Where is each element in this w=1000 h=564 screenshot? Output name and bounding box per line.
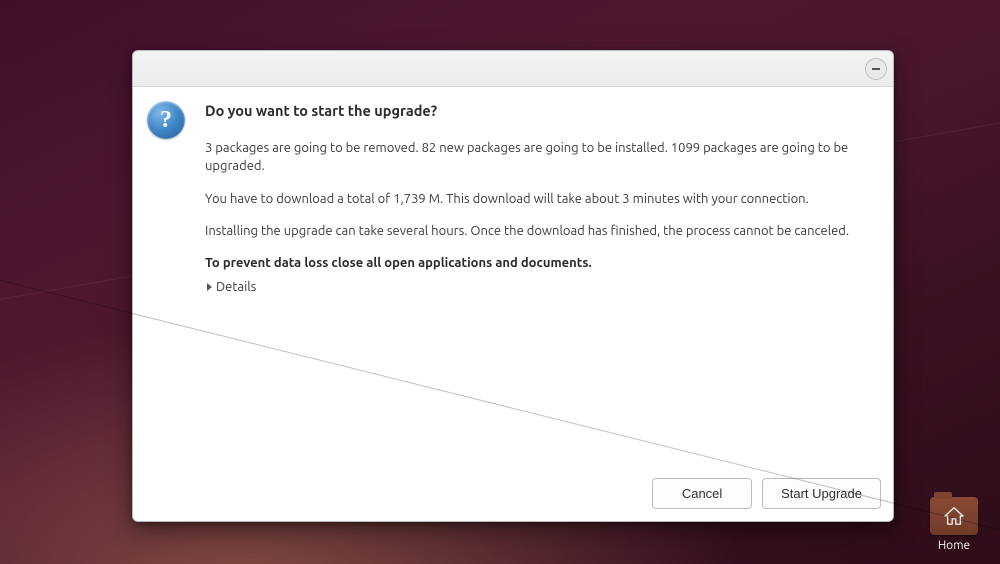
minimize-button[interactable]	[865, 58, 887, 80]
upgrade-dialog: ? Do you want to start the upgrade? 3 pa…	[132, 50, 894, 522]
dialog-icon-column: ?	[147, 101, 191, 460]
dialog-titlebar	[133, 51, 893, 87]
dialog-text-column: Do you want to start the upgrade? 3 pack…	[205, 101, 879, 460]
download-summary: You have to download a total of 1,739 M.…	[205, 190, 879, 208]
cancel-button[interactable]: Cancel	[652, 478, 752, 509]
details-expander[interactable]: Details	[207, 278, 256, 296]
desktop-home-shortcut[interactable]: Home	[926, 497, 982, 552]
install-warning: Installing the upgrade can take several …	[205, 222, 879, 240]
details-label: Details	[216, 278, 256, 296]
home-icon	[930, 497, 978, 535]
desktop-home-label: Home	[926, 539, 982, 552]
packages-summary: 3 packages are going to be removed. 82 n…	[205, 139, 879, 175]
question-icon: ?	[147, 101, 185, 139]
dialog-heading: Do you want to start the upgrade?	[205, 101, 879, 121]
dialog-content: ? Do you want to start the upgrade? 3 pa…	[133, 87, 893, 468]
chevron-right-icon	[207, 283, 212, 291]
minimize-icon	[872, 68, 880, 70]
data-loss-warning: To prevent data loss close all open appl…	[205, 254, 879, 272]
folder-icon	[930, 497, 978, 535]
start-upgrade-button[interactable]: Start Upgrade	[762, 478, 881, 509]
dialog-footer: Cancel Start Upgrade	[133, 468, 893, 521]
